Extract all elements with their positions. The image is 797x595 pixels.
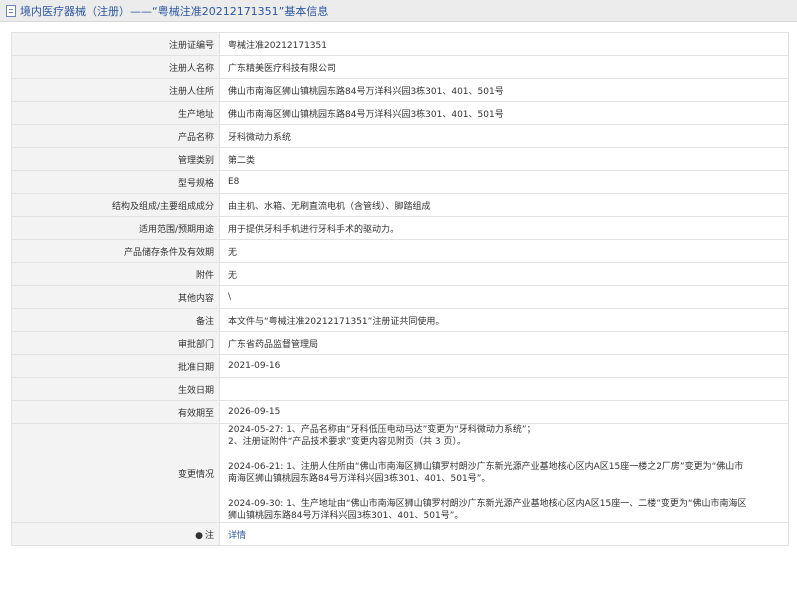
field-label: 变更情况 bbox=[11, 423, 220, 523]
changes-value: 2024-05-27: 1、产品名称由“牙科低压电动马达”变更为“牙科微动力系统… bbox=[219, 423, 789, 523]
table-row: 型号规格 E8 bbox=[11, 170, 789, 194]
field-value: 广东省药品监督管理局 bbox=[219, 331, 789, 355]
table-row: 注册证编号 粤械注准20212171351 bbox=[11, 32, 789, 56]
table-row: 注册人名称 广东精美医疗科技有限公司 bbox=[11, 55, 789, 79]
table-row: 结构及组成/主要组成成分 由主机、水箱、无刷直流电机（含管线）、脚踏组成 bbox=[11, 193, 789, 217]
field-label: 其他内容 bbox=[11, 285, 220, 309]
table-row: 批准日期 2021-09-16 bbox=[11, 354, 789, 378]
field-value bbox=[219, 377, 789, 401]
change-line: 2024-09-30: 1、生产地址由“佛山市南海区狮山镇罗村朗沙广东新光源产业… bbox=[228, 499, 747, 509]
field-label: 结构及组成/主要组成成分 bbox=[11, 193, 220, 217]
table-row-note: ● 注详情 bbox=[11, 522, 789, 546]
info-table-body: 注册证编号 粤械注准20212171351 注册人名称 广东精美医疗科技有限公司 注册人… bbox=[11, 32, 789, 546]
table-row-changes: 变更情况 2024-05-27: 1、产品名称由“牙科低压电动马达”变更为“牙科微… bbox=[11, 423, 789, 523]
table-row: 适用范围/预期用途 用于提供牙科手机进行牙科手术的驱动力。 bbox=[11, 216, 789, 240]
field-value: E8 bbox=[219, 170, 789, 194]
change-entry: 2024-05-27: 1、产品名称由“牙科低压电动马达”变更为“牙科微动力系统… bbox=[228, 424, 788, 448]
page-header: 境内医疗器械（注册）——“粤械注准20212171351”基本信息 bbox=[0, 0, 797, 22]
field-value: 佛山市南海区狮山镇桃园东路84号万洋科兴园3栋301、401、501号 bbox=[219, 78, 789, 102]
field-value: 粤械注准20212171351 bbox=[219, 32, 789, 56]
field-value: 2026-09-15 bbox=[219, 400, 789, 424]
field-value: 2021-09-16 bbox=[219, 354, 789, 378]
change-entry: 2024-06-21: 1、注册人住所由“佛山市南海区狮山镇罗村朗沙广东新光源产… bbox=[228, 461, 788, 485]
change-line: 2024-05-27: 1、产品名称由“牙科低压电动马达”变更为“牙科微动力系统… bbox=[228, 425, 536, 435]
field-label: 管理类别 bbox=[11, 147, 220, 171]
table-row: 附件无 bbox=[11, 262, 789, 286]
field-label: 注册人名称 bbox=[11, 55, 220, 79]
field-value: 本文件与“粤械注准20212171351”注册证共同使用。 bbox=[219, 308, 789, 332]
field-value: \ bbox=[219, 285, 789, 309]
field-label: 附件 bbox=[11, 262, 220, 286]
field-label: 生产地址 bbox=[11, 101, 220, 125]
table-row: 产品储存条件及有效期无 bbox=[11, 239, 789, 263]
field-value: 由主机、水箱、无刷直流电机（含管线）、脚踏组成 bbox=[219, 193, 789, 217]
field-label: 有效期至 bbox=[11, 400, 220, 424]
change-line: 南海区狮山镇桃园东路84号万洋科兴园3栋301、401、501号”。 bbox=[228, 474, 491, 484]
field-value: 无 bbox=[219, 262, 789, 286]
note-label: 注 bbox=[204, 530, 214, 541]
change-line: 2024-06-21: 1、注册人住所由“佛山市南海区狮山镇罗村朗沙广东新光源产… bbox=[228, 462, 744, 472]
table-row: 生效日期 bbox=[11, 377, 789, 401]
table-row: 有效期至 2026-09-15 bbox=[11, 400, 789, 424]
table-row: 生产地址 佛山市南海区狮山镇桃园东路84号万洋科兴园3栋301、401、501号 bbox=[11, 101, 789, 125]
table-row: 审批部门 广东省药品监督管理局 bbox=[11, 331, 789, 355]
field-value: 广东精美医疗科技有限公司 bbox=[219, 55, 789, 79]
field-value: 用于提供牙科手机进行牙科手术的驱动力。 bbox=[219, 216, 789, 240]
field-label: 产品名称 bbox=[11, 124, 220, 148]
field-label: 审批部门 bbox=[11, 331, 220, 355]
field-label: 型号规格 bbox=[11, 170, 220, 194]
field-value: 第二类 bbox=[219, 147, 789, 171]
document-icon bbox=[6, 4, 16, 17]
table-row: 注册人住所 佛山市南海区狮山镇桃园东路84号万洋科兴园3栋301、401、501号 bbox=[11, 78, 789, 102]
field-label: 注册证编号 bbox=[11, 32, 220, 56]
note-label-cell: ● 注 bbox=[11, 522, 220, 546]
field-value: 牙科微动力系统 bbox=[219, 124, 789, 148]
note-value: 详情 bbox=[219, 522, 789, 546]
detail-link[interactable]: 详情 bbox=[228, 531, 246, 541]
field-label: 产品储存条件及有效期 bbox=[11, 239, 220, 263]
field-label: 适用范围/预期用途 bbox=[11, 216, 220, 240]
field-label: 批准日期 bbox=[11, 354, 220, 378]
table-row: 其他内容 \ bbox=[11, 285, 789, 309]
table-row: 产品名称 牙科微动力系统 bbox=[11, 124, 789, 148]
field-label: 备注 bbox=[11, 308, 220, 332]
table-row: 管理类别 第二类 bbox=[11, 147, 789, 171]
field-value: 无 bbox=[219, 239, 789, 263]
page-title: 境内医疗器械（注册）——“粤械注准20212171351”基本信息 bbox=[20, 4, 329, 18]
field-value: 佛山市南海区狮山镇桃园东路84号万洋科兴园3栋301、401、501号 bbox=[219, 101, 789, 125]
table-row: 备注 本文件与“粤械注准20212171351”注册证共同使用。 bbox=[11, 308, 789, 332]
field-label: 生效日期 bbox=[11, 377, 220, 401]
change-line: 狮山镇桃园东路84号万洋科兴园3栋301、401、501号”。 bbox=[228, 511, 464, 521]
bulb-icon: ● bbox=[195, 530, 203, 541]
change-line: 2、注册证附件“产品技术要求”变更内容见附页（共 3 页）。 bbox=[228, 437, 467, 447]
info-table: 注册证编号 粤械注准20212171351 注册人名称 广东精美医疗科技有限公司 注册人… bbox=[11, 32, 789, 546]
change-entry: 2024-09-30: 1、生产地址由“佛山市南海区狮山镇罗村朗沙广东新光源产业… bbox=[228, 498, 788, 522]
field-label: 注册人住所 bbox=[11, 78, 220, 102]
